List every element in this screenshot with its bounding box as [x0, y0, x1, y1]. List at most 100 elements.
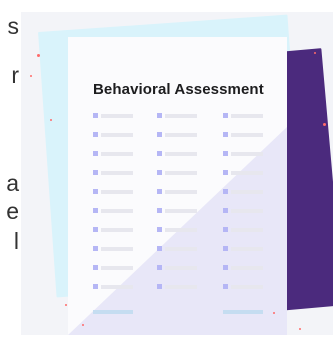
clipped-left-text: s r a e l: [0, 0, 20, 347]
placeholder-bar: [165, 285, 197, 289]
placeholder-bar: [231, 133, 263, 137]
bullet-dot: [93, 132, 98, 137]
assessment-row: [93, 170, 273, 176]
footer-line-right: [223, 310, 263, 314]
bullet-dot: [93, 284, 98, 289]
bullet-dot: [93, 246, 98, 251]
assessment-row: [93, 227, 273, 233]
bullet-dot: [223, 151, 228, 156]
bullet-dot: [223, 170, 228, 175]
bullet-dot: [157, 246, 162, 251]
assessment-title: Behavioral Assessment: [93, 81, 264, 98]
row-cell: [223, 265, 263, 271]
left-text-fragment: e: [6, 198, 19, 224]
placeholder-bar: [101, 266, 133, 270]
placeholder-bar: [101, 133, 133, 137]
sparkle-dot: [82, 324, 84, 326]
placeholder-bar: [231, 266, 263, 270]
assessment-row: [93, 151, 273, 157]
placeholder-bar: [165, 247, 197, 251]
bullet-dot: [223, 284, 228, 289]
assessment-illustration: Behavioral Assessment: [21, 12, 333, 335]
placeholder-bar: [231, 285, 263, 289]
row-cell: [157, 208, 197, 214]
left-text-fragment: a: [6, 170, 19, 196]
row-cell: [223, 246, 263, 252]
placeholder-bar: [101, 228, 133, 232]
row-cell: [223, 113, 263, 119]
assessment-row: [93, 265, 273, 271]
bullet-dot: [157, 170, 162, 175]
placeholder-bar: [231, 171, 263, 175]
bullet-dot: [223, 246, 228, 251]
bullet-dot: [93, 170, 98, 175]
row-cell: [93, 132, 133, 138]
bullet-dot: [223, 189, 228, 194]
placeholder-bar: [231, 228, 263, 232]
row-cell: [157, 246, 197, 252]
bullet-dot: [93, 151, 98, 156]
bullet-dot: [93, 113, 98, 118]
assessment-row: [93, 208, 273, 214]
row-cell: [93, 284, 133, 290]
footer-line-left: [93, 310, 133, 314]
row-cell: [223, 284, 263, 290]
placeholder-bar: [101, 171, 133, 175]
assessment-row: [93, 246, 273, 252]
bullet-dot: [157, 132, 162, 137]
bullet-dot: [157, 227, 162, 232]
placeholder-bar: [165, 171, 197, 175]
row-cell: [157, 170, 197, 176]
assessment-row: [93, 189, 273, 195]
sparkle-dot: [314, 52, 316, 54]
placeholder-bar: [165, 209, 197, 213]
sparkle-dot: [65, 304, 67, 306]
placeholder-bar: [231, 190, 263, 194]
placeholder-bar: [231, 247, 263, 251]
sparkle-dot: [323, 123, 326, 126]
row-cell: [223, 170, 263, 176]
placeholder-bar: [101, 209, 133, 213]
row-cell: [93, 189, 133, 195]
bullet-dot: [93, 265, 98, 270]
sparkle-dot: [299, 328, 301, 330]
sparkle-dot: [37, 54, 40, 57]
bullet-dot: [157, 284, 162, 289]
row-cell: [157, 132, 197, 138]
row-cell: [157, 151, 197, 157]
left-text-fragment: s: [7, 13, 20, 39]
row-cell: [93, 151, 133, 157]
row-cell: [223, 151, 263, 157]
placeholder-bar: [101, 152, 133, 156]
row-cell: [93, 265, 133, 271]
left-text-fragment: r: [11, 62, 19, 88]
bullet-dot: [93, 189, 98, 194]
assessment-row: [93, 132, 273, 138]
row-cell: [157, 284, 197, 290]
placeholder-bar: [165, 266, 197, 270]
placeholder-bar: [101, 190, 133, 194]
left-text-fragment: l: [13, 228, 19, 254]
bullet-dot: [157, 208, 162, 213]
placeholder-bar: [231, 114, 263, 118]
bullet-dot: [223, 208, 228, 213]
placeholder-bar: [231, 152, 263, 156]
row-cell: [223, 227, 263, 233]
bullet-dot: [157, 151, 162, 156]
placeholder-bar: [101, 114, 133, 118]
bullet-dot: [93, 227, 98, 232]
bullet-dot: [223, 113, 228, 118]
row-cell: [157, 227, 197, 233]
placeholder-bar: [165, 133, 197, 137]
bullet-dot: [223, 227, 228, 232]
bullet-dot: [223, 265, 228, 270]
row-cell: [93, 227, 133, 233]
sparkle-dot: [273, 312, 275, 314]
assessment-sheet: Behavioral Assessment: [68, 37, 287, 335]
bullet-dot: [223, 132, 228, 137]
bullet-dot: [157, 113, 162, 118]
row-cell: [223, 132, 263, 138]
row-cell: [223, 208, 263, 214]
row-cell: [93, 208, 133, 214]
placeholder-bar: [165, 190, 197, 194]
